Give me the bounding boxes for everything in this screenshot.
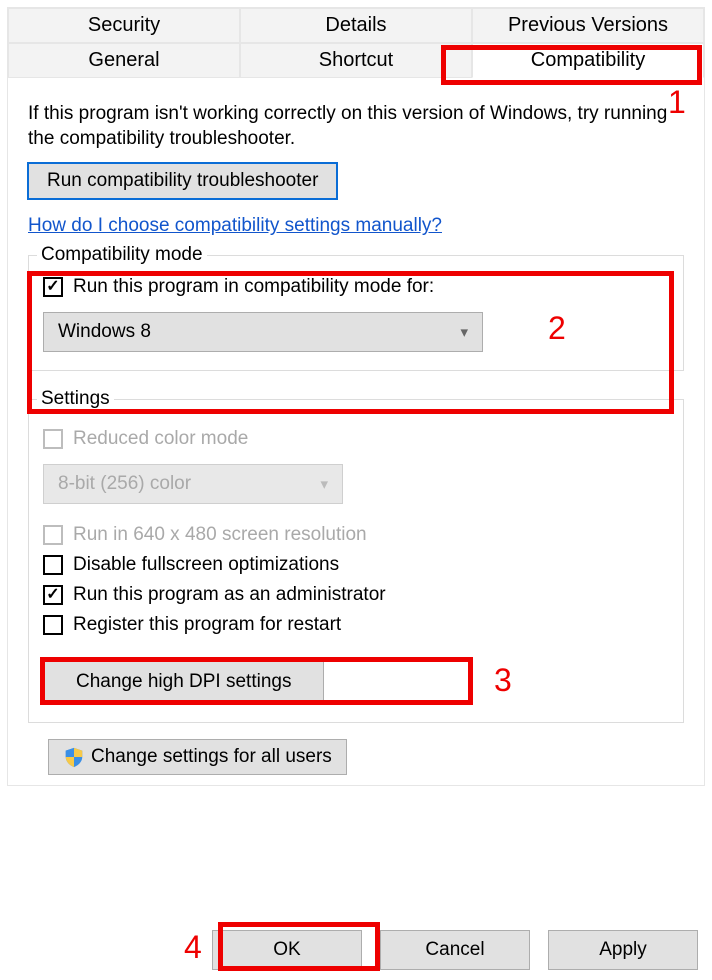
color-depth-combo-value: 8-bit (256) color	[58, 473, 191, 495]
group-legend: Compatibility mode	[37, 244, 207, 266]
disable-fullscreen-checkbox[interactable]	[43, 555, 63, 575]
tab-strip: Security Details Previous Versions Gener…	[8, 8, 704, 78]
tab-previous-versions[interactable]: Previous Versions	[472, 8, 704, 43]
settings-group: Settings Reduced color mode 8-bit (256) …	[28, 399, 684, 723]
dialog-button-row: OK Cancel Apply	[212, 930, 698, 970]
compat-mode-combo[interactable]: Windows 8 ▾	[43, 312, 483, 352]
register-restart-checkbox[interactable]	[43, 615, 63, 635]
run-troubleshooter-button[interactable]: Run compatibility troubleshooter	[28, 163, 337, 199]
low-res-checkbox	[43, 525, 63, 545]
compat-mode-label: Run this program in compatibility mode f…	[73, 276, 434, 298]
run-as-admin-label: Run this program as an administrator	[73, 584, 386, 606]
reduced-color-checkbox	[43, 429, 63, 449]
compat-mode-combo-value: Windows 8	[58, 321, 151, 343]
change-all-users-label: Change settings for all users	[91, 746, 332, 768]
intro-text: If this program isn't working correctly …	[28, 102, 684, 151]
cancel-button[interactable]: Cancel	[380, 930, 530, 970]
disable-fullscreen-label: Disable fullscreen optimizations	[73, 554, 339, 576]
chevron-down-icon: ▾	[460, 323, 468, 341]
chevron-down-icon: ▾	[320, 475, 328, 493]
tab-general[interactable]: General	[8, 43, 240, 78]
tab-details[interactable]: Details	[240, 8, 472, 43]
low-res-label: Run in 640 x 480 screen resolution	[73, 524, 367, 546]
tab-compatibility[interactable]: Compatibility	[472, 43, 704, 78]
shield-icon	[63, 746, 85, 768]
register-restart-label: Register this program for restart	[73, 614, 341, 636]
annotation-4: 4	[184, 929, 202, 966]
change-all-users-button[interactable]: Change settings for all users	[48, 739, 347, 775]
tab-panel-compatibility: If this program isn't working correctly …	[8, 78, 704, 785]
change-dpi-button[interactable]: Change high DPI settings	[43, 660, 324, 704]
compat-mode-checkbox[interactable]	[43, 277, 63, 297]
run-as-admin-checkbox[interactable]	[43, 585, 63, 605]
color-depth-combo: 8-bit (256) color ▾	[43, 464, 343, 504]
ok-button[interactable]: OK	[212, 930, 362, 970]
reduced-color-label: Reduced color mode	[73, 428, 248, 450]
apply-button[interactable]: Apply	[548, 930, 698, 970]
tab-security[interactable]: Security	[8, 8, 240, 43]
properties-dialog: Security Details Previous Versions Gener…	[7, 7, 705, 786]
group-legend: Settings	[37, 388, 114, 410]
help-link[interactable]: How do I choose compatibility settings m…	[28, 215, 442, 237]
tab-shortcut[interactable]: Shortcut	[240, 43, 472, 78]
compatibility-mode-group: Compatibility mode Run this program in c…	[28, 255, 684, 371]
